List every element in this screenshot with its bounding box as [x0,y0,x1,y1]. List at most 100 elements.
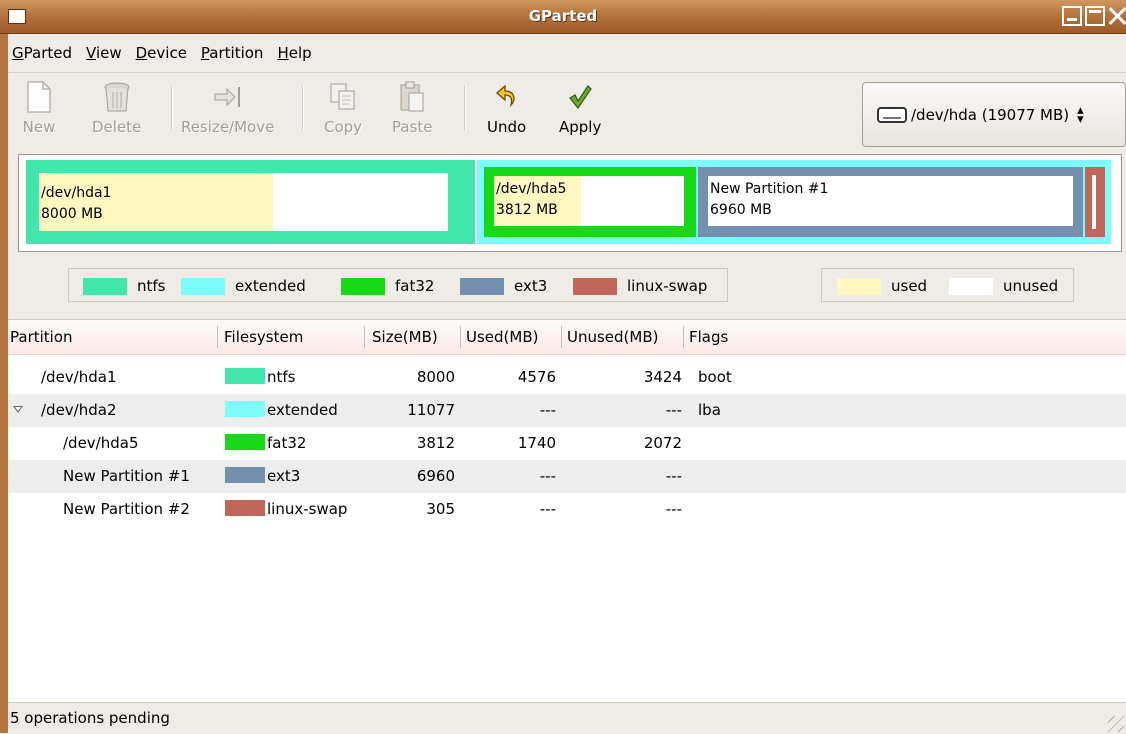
menu-mnemonic: V [86,44,96,62]
legend-label: fat32 [395,277,435,295]
column-header-filesystem[interactable]: Filesystem [224,328,303,346]
legend-extended: extended [181,277,306,295]
linux-swap-swatch [573,277,617,295]
device-selector[interactable]: /dev/hda (19077 MB) ▴ ▾ [862,82,1126,147]
new-label: New [22,118,56,136]
partition-block-hda1[interactable]: /dev/hda1 8000 MB [26,160,475,244]
toolbar: New Delete Resize/Move Copy Paste Undo A… [8,74,858,140]
maximize-icon[interactable] [1085,6,1105,26]
table-row[interactable]: /dev/hda2 extended 11077 --- --- lba [8,394,1126,427]
new-button[interactable]: New [22,80,56,136]
main-content: GParted View Device Partition Help New D… [8,34,1126,734]
partition-text: /dev/hda1 8000 MB [41,183,111,225]
column-divider[interactable] [460,326,461,348]
checkmark-icon [563,80,597,114]
undo-label: Undo [487,118,527,136]
table-row[interactable]: New Partition #2 linux-swap 305 --- --- [8,493,1126,526]
filesystem-label: ext3 [267,467,301,485]
table-row[interactable]: New Partition #1 ext3 6960 --- --- [8,460,1126,493]
unused-cell: --- [665,467,682,485]
filesystem-label: fat32 [267,434,307,452]
filesystem-cell: extended [225,401,338,419]
title-bar[interactable]: GParted [0,0,1126,34]
column-divider[interactable] [561,326,562,348]
partition-cell: New Partition #1 [63,467,190,485]
column-divider[interactable] [364,326,365,348]
extended-swatch [181,277,225,295]
expander-arrow-icon[interactable] [13,406,23,413]
legend-label: used [891,277,928,295]
menu-help[interactable]: Help [273,40,321,66]
partition-block-hda2-extended[interactable]: /dev/hda5 3812 MB New Partition #1 6960 … [477,160,1111,244]
used-swatch [837,277,881,295]
unused-swatch [949,277,993,295]
menu-mnemonic: H [277,44,289,62]
partition-size: 8000 MB [41,206,103,222]
partition-name: /dev/hda1 [41,185,112,201]
column-headers: Partition Filesystem Size(MB) Used(MB) U… [8,320,1126,355]
status-text: 5 operations pending [10,709,170,727]
legend-linux-swap: linux-swap [573,277,707,295]
filesystem-label: ntfs [267,368,296,386]
partition-fill: New Partition #1 6960 MB [708,176,1073,226]
menu-device[interactable]: Device [132,40,197,66]
delete-label: Delete [92,118,142,136]
partition-block-new1[interactable]: New Partition #1 6960 MB [698,167,1083,237]
fs-color-swatch [225,467,265,483]
legend-fat32: fat32 [341,277,434,295]
fat32-swatch [341,277,385,295]
trash-icon [100,80,134,114]
status-bar: 5 operations pending [8,702,1126,734]
window-title: GParted [528,7,598,25]
size-cell: 6960 [416,467,455,485]
disk-visual-map: /dev/hda1 8000 MB /dev/hda5 3812 MB New … [18,154,1122,252]
partition-fill: /dev/hda1 8000 MB [39,173,448,231]
menu-mnemonic: G [12,44,24,62]
menu-view[interactable]: View [82,40,132,66]
column-header-used[interactable]: Used(MB) [466,328,538,346]
paste-button[interactable]: Paste [392,80,433,136]
flags-cell: boot [698,368,732,386]
filesystem-legend: ntfs extended fat32 ext3 linux-swap [68,268,728,302]
undo-button[interactable]: Undo [487,80,526,136]
partition-fill: /dev/hda5 3812 MB [494,176,684,226]
column-divider[interactable] [217,326,218,348]
column-divider[interactable] [683,326,684,348]
column-header-size[interactable]: Size(MB) [372,328,438,346]
window-frame [0,34,8,733]
used-cell: 1740 [517,434,556,452]
minimize-icon[interactable] [1062,6,1082,26]
resize-move-label: Resize/Move [181,118,275,136]
partition-block-new2[interactable] [1085,167,1105,237]
table-row[interactable]: /dev/hda5 fat32 3812 1740 2072 [8,427,1126,460]
menu-label: evice [147,44,187,62]
column-header-partition[interactable]: Partition [10,328,73,346]
usage-legend: used unused [821,268,1074,302]
filesystem-cell: linux-swap [225,500,347,518]
apply-button[interactable]: Apply [559,80,601,136]
partition-size: 6960 MB [710,202,772,218]
legend-used: used [837,277,927,295]
used-cell: 4576 [517,368,556,386]
table-row[interactable]: /dev/hda1 ntfs 8000 4576 3424 boot [8,361,1126,394]
size-cell: 305 [426,500,455,518]
column-header-flags[interactable]: Flags [689,328,728,346]
menu-gparted[interactable]: GParted [8,40,82,66]
column-header-unused[interactable]: Unused(MB) [567,328,659,346]
unused-cell: --- [665,500,682,518]
menu-mnemonic: D [135,44,148,62]
copy-button[interactable]: Copy [324,80,362,136]
resize-grip-icon[interactable] [1108,716,1124,732]
toolbar-separator [171,86,173,130]
new-document-icon [22,80,56,114]
resize-move-button[interactable]: Resize/Move [181,80,274,136]
close-icon[interactable] [1108,6,1126,26]
delete-button[interactable]: Delete [92,80,141,136]
partition-block-hda5[interactable]: /dev/hda5 3812 MB [484,167,696,237]
menu-label: Parted [23,44,72,62]
copy-icon [326,80,360,114]
menu-partition[interactable]: Partition [197,40,274,66]
paste-clipboard-icon [395,80,429,114]
fs-color-swatch [225,368,265,384]
filesystem-label: extended [267,401,338,419]
